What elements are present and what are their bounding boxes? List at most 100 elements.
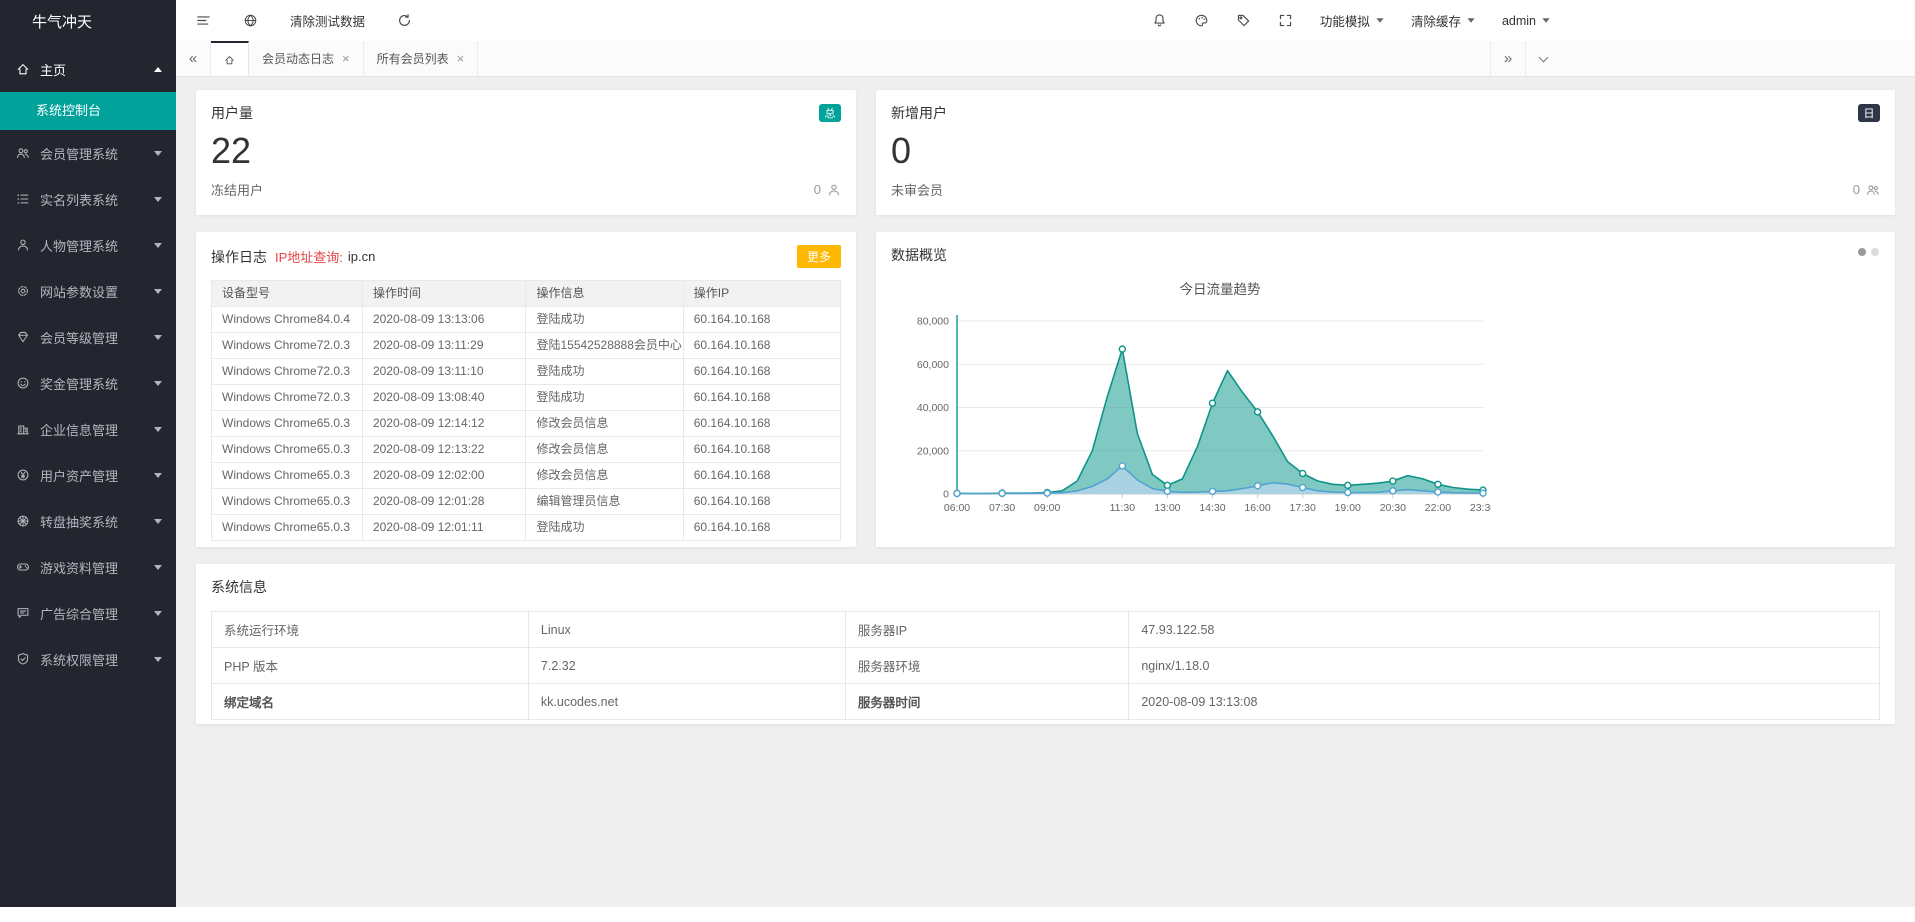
svg-text:17:30: 17:30 [1290, 502, 1316, 514]
table-cell: 60.164.10.168 [683, 515, 840, 541]
column-header: 操作IP [683, 281, 840, 307]
card-title: 操作日志 [211, 247, 267, 267]
new-users-card: 新增用户 日 0 未审会员 0 [876, 90, 1895, 215]
menu-label: 功能模拟 [1320, 11, 1370, 30]
sidebar-nav: 主页系统控制台会员管理系统实名列表系统人物管理系统网站参数设置会员等级管理奖金管… [0, 46, 176, 682]
feature-sim-menu[interactable]: 功能模拟 [1320, 11, 1384, 30]
tabs-scroll-left-button[interactable]: « [176, 41, 211, 76]
card-title: 系统信息 [211, 577, 267, 597]
sidebar-item-label: 会员管理系统 [40, 144, 154, 163]
table-cell: Windows Chrome65.0.3 [212, 437, 363, 463]
table-row: Windows Chrome65.0.32020-08-09 12:01:11登… [212, 515, 841, 541]
person-icon [16, 238, 30, 252]
caret-down-icon [154, 289, 162, 294]
info-value: 2020-08-09 13:13:08 [1129, 684, 1880, 720]
gear-icon [16, 284, 30, 298]
table-cell: 60.164.10.168 [683, 385, 840, 411]
sidebar-subitem[interactable]: 系统控制台 [0, 92, 176, 130]
list-icon [16, 192, 30, 206]
table-cell: 60.164.10.168 [683, 463, 840, 489]
tab[interactable]: 所有会员列表× [364, 41, 479, 76]
notifications-button[interactable] [1152, 0, 1167, 41]
table-cell: 修改会员信息 [526, 463, 683, 489]
system-info-table: 系统运行环境Linux服务器IP47.93.122.58PHP 版本7.2.32… [211, 611, 1880, 720]
tab-list: 会员动态日志×所有会员列表× [249, 41, 478, 76]
table-cell: 登陆15542528888会员中心 [526, 333, 683, 359]
palette-icon [1194, 13, 1209, 28]
asset-icon [16, 468, 30, 482]
dashboard-root: 牛气冲天 主页系统控制台会员管理系统实名列表系统人物管理系统网站参数设置会员等级… [0, 0, 1915, 922]
sidebar-item[interactable]: 主页 [0, 46, 176, 92]
table-cell: 60.164.10.168 [683, 437, 840, 463]
table-cell: 2020-08-09 12:02:00 [362, 463, 526, 489]
table-cell: Windows Chrome72.0.3 [212, 359, 363, 385]
table-cell: 60.164.10.168 [683, 359, 840, 385]
sidebar-item[interactable]: 广告综合管理 [0, 590, 176, 636]
sidebar-item[interactable]: 游戏资料管理 [0, 544, 176, 590]
sidebar-item[interactable]: 系统权限管理 [0, 636, 176, 682]
clear-test-data-button[interactable]: 清除测试数据 [290, 11, 365, 30]
sidebar-item[interactable]: 实名列表系统 [0, 176, 176, 222]
svg-text:80,000: 80,000 [917, 316, 949, 328]
svg-text:09:00: 09:00 [1034, 502, 1060, 514]
more-button[interactable]: 更多 [797, 245, 841, 268]
admin-menu[interactable]: admin [1502, 14, 1550, 28]
carousel-dot[interactable] [1858, 248, 1866, 256]
chart-title: 今日流量趋势 [1180, 278, 1261, 298]
tab[interactable]: 会员动态日志× [249, 41, 364, 76]
svg-text:07:30: 07:30 [989, 502, 1015, 514]
total-badge: 总 [819, 104, 841, 122]
tabs-menu-button[interactable] [1525, 41, 1560, 76]
table-cell: 60.164.10.168 [683, 333, 840, 359]
svg-text:11:30: 11:30 [1110, 502, 1136, 514]
clear-cache-menu[interactable]: 清除缓存 [1411, 11, 1475, 30]
sidebar-item-label: 系统权限管理 [40, 650, 154, 669]
sidebar-toggle-button[interactable] [196, 0, 211, 41]
table-row: Windows Chrome72.0.32020-08-09 13:11:29登… [212, 333, 841, 359]
sidebar-item[interactable]: 奖金管理系统 [0, 360, 176, 406]
sidebar-item[interactable]: 人物管理系统 [0, 222, 176, 268]
ip-query-link[interactable]: ip.cn [348, 249, 375, 264]
carousel-dot[interactable] [1871, 248, 1879, 256]
tabs-scroll-right-button[interactable]: » [1490, 41, 1525, 76]
table-cell: 修改会员信息 [526, 411, 683, 437]
theme-button[interactable] [1194, 0, 1209, 41]
svg-text:60,000: 60,000 [917, 359, 949, 371]
sidebar-item[interactable]: 转盘抽奖系统 [0, 498, 176, 544]
card-title: 用户量 [211, 103, 253, 123]
caret-down-icon [154, 473, 162, 478]
info-value: Linux [528, 612, 845, 648]
carousel-dots [1858, 248, 1879, 256]
svg-text:22:00: 22:00 [1425, 502, 1451, 514]
sidebar-item[interactable]: 用户资产管理 [0, 452, 176, 498]
table-cell: Windows Chrome84.0.4 [212, 307, 363, 333]
chevron-down-icon [1467, 18, 1474, 23]
sidebar-item[interactable]: 会员管理系统 [0, 130, 176, 176]
sidebar-item[interactable]: 会员等级管理 [0, 314, 176, 360]
sidebar: 牛气冲天 主页系统控制台会员管理系统实名列表系统人物管理系统网站参数设置会员等级… [0, 0, 176, 907]
double-chevron-left-icon: « [189, 50, 197, 67]
user-count-card: 用户量 总 22 冻结用户 0 [196, 90, 856, 215]
tab-home[interactable] [211, 41, 249, 76]
table-cell: 2020-08-09 13:11:10 [362, 359, 526, 385]
refresh-button[interactable] [397, 0, 412, 41]
prize-icon [16, 376, 30, 390]
sidebar-item[interactable]: 网站参数设置 [0, 268, 176, 314]
menu-icon [196, 13, 211, 28]
new-users-value: 0 [891, 131, 1880, 171]
page-footer [0, 907, 1915, 922]
close-icon[interactable]: × [342, 52, 350, 65]
info-row: PHP 版本7.2.32服务器环境nginx/1.18.0 [212, 648, 1880, 684]
tag-icon [1236, 13, 1251, 28]
sidebar-item[interactable]: 企业信息管理 [0, 406, 176, 452]
user-icon [827, 183, 841, 197]
main-content: 用户量 总 22 冻结用户 0 新增用户 日 0 [176, 76, 1915, 907]
close-icon[interactable]: × [457, 52, 465, 65]
tags-button[interactable] [1236, 0, 1251, 41]
table-cell: 2020-08-09 13:11:29 [362, 333, 526, 359]
table-cell: 2020-08-09 12:01:11 [362, 515, 526, 541]
sidebar-item-label: 主页 [40, 60, 154, 79]
fullscreen-button[interactable] [1278, 0, 1293, 41]
operation-log-card: 操作日志 IP地址查询: ip.cn 更多 设备型号操作时间操作信息操作IP W… [196, 232, 856, 547]
language-button[interactable] [243, 0, 258, 41]
